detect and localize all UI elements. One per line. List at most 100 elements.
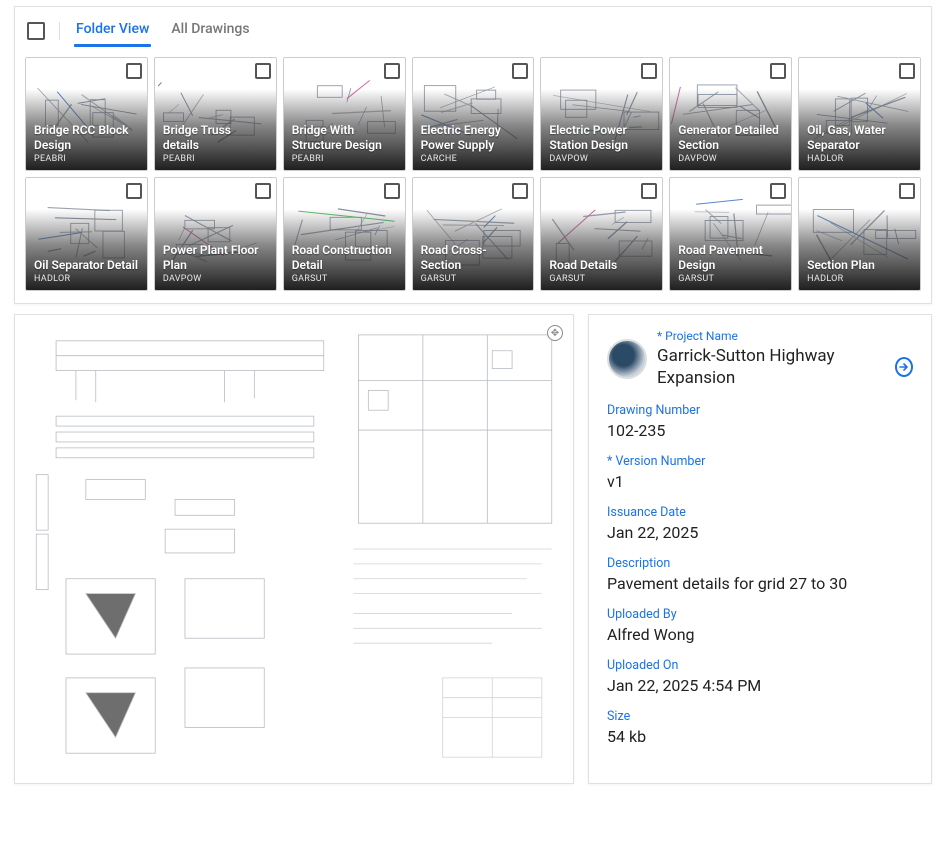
card-checkbox[interactable]: [126, 63, 142, 79]
field-value: Pavement details for grid 27 to 30: [607, 574, 913, 593]
card-overlay: Road Construction Detail GARSUT: [284, 209, 405, 290]
drawing-card[interactable]: Generator Detailed Section DAVPOW: [669, 57, 792, 171]
project-name-value: Garrick-Sutton Highway Expansion: [657, 345, 887, 389]
drawing-card[interactable]: Bridge RCC Block Design PEABRI: [25, 57, 148, 171]
detail-field: Drawing Number 102-235: [607, 403, 913, 440]
card-overlay: Generator Detailed Section DAVPOW: [670, 89, 791, 170]
card-author: GARSUT: [421, 274, 526, 284]
card-overlay: Road Pavement Design GARSUT: [670, 209, 791, 290]
drawing-card[interactable]: Road Details GARSUT: [540, 177, 663, 291]
card-title: Power Plant Floor Plan: [163, 243, 268, 273]
card-overlay: Bridge RCC Block Design PEABRI: [26, 89, 147, 170]
card-checkbox[interactable]: [255, 63, 271, 79]
project-avatar: [607, 339, 647, 379]
card-author: DAVPOW: [549, 154, 654, 164]
open-project-icon[interactable]: [895, 357, 913, 377]
card-checkbox[interactable]: [126, 183, 142, 199]
card-title: Oil, Gas, Water Separator: [807, 123, 912, 153]
card-checkbox[interactable]: [512, 183, 528, 199]
card-author: HADLOR: [807, 274, 912, 284]
expand-icon[interactable]: ✥: [547, 325, 563, 341]
drawing-card[interactable]: Road Construction Detail GARSUT: [283, 177, 406, 291]
field-label: Uploaded By: [607, 607, 913, 622]
card-title: Electric Energy Power Supply: [421, 123, 526, 153]
card-checkbox[interactable]: [255, 183, 271, 199]
field-label: Issuance Date: [607, 505, 913, 520]
card-author: PEABRI: [34, 154, 139, 164]
drawing-card[interactable]: Road Cross-Section GARSUT: [412, 177, 535, 291]
field-label: * Version Number: [607, 454, 913, 469]
card-author: HADLOR: [34, 274, 139, 284]
card-checkbox[interactable]: [770, 183, 786, 199]
card-author: DAVPOW: [163, 274, 268, 284]
drawing-card[interactable]: Power Plant Floor Plan DAVPOW: [154, 177, 277, 291]
card-title: Section Plan: [807, 258, 912, 273]
card-checkbox[interactable]: [384, 183, 400, 199]
card-author: GARSUT: [549, 274, 654, 284]
card-checkbox[interactable]: [641, 183, 657, 199]
card-checkbox[interactable]: [770, 63, 786, 79]
card-checkbox[interactable]: [384, 63, 400, 79]
drawing-details-panel: * Project Name Garrick-Sutton Highway Ex…: [588, 314, 932, 784]
card-title: Road Details: [549, 258, 654, 273]
drawing-card[interactable]: Road Pavement Design GARSUT: [669, 177, 792, 291]
drawing-card[interactable]: Bridge Truss details PEABRI: [154, 57, 277, 171]
drawing-preview-image: [21, 321, 567, 777]
details-fields: Drawing Number 102-235 * Version Number …: [607, 403, 913, 746]
field-value: v1: [607, 472, 913, 491]
field-label: Size: [607, 709, 913, 724]
drawing-card[interactable]: Electric Energy Power Supply CARCHE: [412, 57, 535, 171]
card-title: Bridge Truss details: [163, 123, 268, 153]
bottom-layout: ✥: [14, 314, 932, 784]
field-value: Jan 22, 2025: [607, 523, 913, 542]
card-checkbox[interactable]: [899, 63, 915, 79]
drawing-card[interactable]: Bridge With Structure Design PEABRI: [283, 57, 406, 171]
card-overlay: Bridge Truss details PEABRI: [155, 89, 276, 170]
card-overlay: Bridge With Structure Design PEABRI: [284, 89, 405, 170]
drawing-card[interactable]: Section Plan HADLOR: [798, 177, 921, 291]
detail-field: Uploaded By Alfred Wong: [607, 607, 913, 644]
divider: [59, 22, 60, 40]
drawing-card[interactable]: Oil, Gas, Water Separator HADLOR: [798, 57, 921, 171]
drawing-card[interactable]: Oil Separator Detail HADLOR: [25, 177, 148, 291]
card-title: Bridge RCC Block Design: [34, 123, 139, 153]
drawing-card[interactable]: Electric Power Station Design DAVPOW: [540, 57, 663, 171]
card-title: Bridge With Structure Design: [292, 123, 397, 153]
card-author: GARSUT: [292, 274, 397, 284]
detail-field: Description Pavement details for grid 27…: [607, 556, 913, 593]
tabs-row: Folder View All Drawings: [25, 15, 921, 47]
drawings-grid: Bridge RCC Block Design PEABRI Bridge Tr…: [25, 57, 921, 291]
project-header: * Project Name Garrick-Sutton Highway Ex…: [607, 329, 913, 389]
card-checkbox[interactable]: [899, 183, 915, 199]
card-overlay: Power Plant Floor Plan DAVPOW: [155, 209, 276, 290]
card-author: GARSUT: [678, 274, 783, 284]
card-overlay: Oil, Gas, Water Separator HADLOR: [799, 89, 920, 170]
card-title: Electric Power Station Design: [549, 123, 654, 153]
card-author: DAVPOW: [678, 154, 783, 164]
card-title: Road Pavement Design: [678, 243, 783, 273]
drawings-browser-panel: Folder View All Drawings Bridge RCC Bloc…: [14, 6, 932, 304]
detail-field: * Version Number v1: [607, 454, 913, 491]
card-author: CARCHE: [421, 154, 526, 164]
field-value: 54 kb: [607, 727, 913, 746]
field-value: Alfred Wong: [607, 625, 913, 644]
tab-folder-view[interactable]: Folder View: [74, 15, 151, 47]
card-overlay: Section Plan HADLOR: [799, 209, 920, 290]
card-overlay: Electric Power Station Design DAVPOW: [541, 89, 662, 170]
card-title: Oil Separator Detail: [34, 258, 139, 273]
card-title: Generator Detailed Section: [678, 123, 783, 153]
card-overlay: Road Cross-Section GARSUT: [413, 209, 534, 290]
drawing-preview-panel: ✥: [14, 314, 574, 784]
card-author: PEABRI: [163, 154, 268, 164]
detail-field: Uploaded On Jan 22, 2025 4:54 PM: [607, 658, 913, 695]
select-all-checkbox[interactable]: [27, 22, 45, 40]
card-checkbox[interactable]: [512, 63, 528, 79]
card-author: HADLOR: [807, 154, 912, 164]
field-label: Drawing Number: [607, 403, 913, 418]
card-checkbox[interactable]: [641, 63, 657, 79]
tab-all-drawings[interactable]: All Drawings: [169, 15, 251, 47]
field-label: Description: [607, 556, 913, 571]
project-name-label: * Project Name: [657, 329, 913, 345]
card-overlay: Electric Energy Power Supply CARCHE: [413, 89, 534, 170]
card-overlay: Road Details GARSUT: [541, 209, 662, 290]
